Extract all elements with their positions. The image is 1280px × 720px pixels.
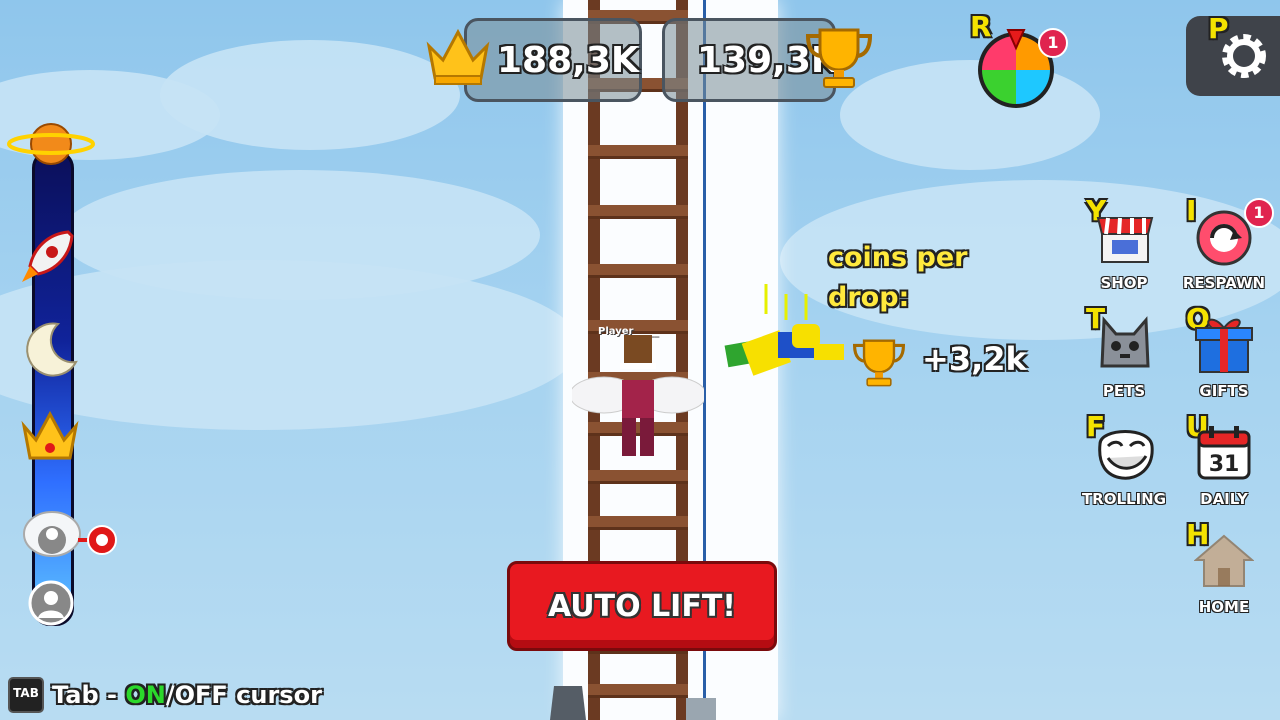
crown-milestone-icon <box>21 410 79 460</box>
gifts-label: GIFTS <box>1199 382 1249 400</box>
rocket-icon <box>22 230 74 282</box>
pets-button[interactable]: T PETS <box>1084 302 1164 400</box>
trolling-label: TROLLING <box>1081 490 1167 508</box>
coins-per-drop-title: coins per drop: <box>828 238 967 318</box>
gear-icon <box>1222 34 1266 78</box>
calendar-day: 31 <box>1209 452 1240 477</box>
tab-hint-suffix: /OFF cursor <box>165 681 322 709</box>
home-icon <box>1194 534 1254 587</box>
cloud-player-icon <box>23 511 81 557</box>
pets-icon <box>1100 316 1150 368</box>
coins-per-drop-line1: coins per <box>828 242 968 273</box>
tab-hint-prefix: Tab - <box>52 681 126 709</box>
auto-lift-button[interactable]: AUTO LIFT! <box>507 561 777 651</box>
crown-icon <box>426 28 490 85</box>
shop-label: SHOP <box>1100 274 1148 292</box>
troll-face-icon <box>1098 430 1154 480</box>
background-figure <box>686 698 716 720</box>
tab-hint-on: ON <box>125 681 166 709</box>
daily-button[interactable]: U 31 DAILY <box>1184 410 1264 508</box>
rewards-notification-badge: 1 <box>1038 28 1068 58</box>
gift-icon <box>1195 318 1253 373</box>
background-cloud <box>160 40 460 150</box>
trophy-icon <box>805 28 873 88</box>
shop-button[interactable]: Y SHOP <box>1084 194 1164 292</box>
crowns-value: 188,3K <box>497 39 639 81</box>
player-icon <box>28 580 74 626</box>
trophy-icon <box>852 339 906 387</box>
background-figure <box>550 686 586 720</box>
gifts-button[interactable]: O GIFTS <box>1184 302 1264 400</box>
background-cloud <box>0 260 580 430</box>
trolling-button[interactable]: F TROLLING <box>1082 410 1166 508</box>
respawn-label: RESPAWN <box>1182 274 1266 292</box>
player-avatar <box>572 335 704 456</box>
tab-cursor-hint: TAB Tab - ON /OFF cursor <box>8 676 322 714</box>
moon-icon <box>26 322 78 377</box>
planet-icon <box>7 123 95 165</box>
location-marker-icon <box>78 525 117 555</box>
respawn-notification-badge: 1 <box>1244 198 1274 228</box>
home-button[interactable]: H HOME <box>1184 518 1264 616</box>
rewards-wheel-button[interactable]: R 1 <box>968 6 1068 110</box>
coins-per-drop-line2: drop: <box>828 282 910 313</box>
home-label: HOME <box>1198 598 1250 616</box>
settings-button[interactable]: P <box>1186 12 1280 96</box>
tab-key-icon: TAB <box>8 677 44 713</box>
falling-noob-icon <box>724 284 844 376</box>
calendar-icon: 31 <box>1197 426 1251 480</box>
coins-per-drop-value: +3,2k <box>922 340 1027 378</box>
pets-label: PETS <box>1102 382 1146 400</box>
daily-label: DAILY <box>1200 490 1248 508</box>
respawn-button[interactable]: I 1 RESPAWN <box>1183 194 1274 292</box>
shop-icon <box>1096 217 1154 263</box>
